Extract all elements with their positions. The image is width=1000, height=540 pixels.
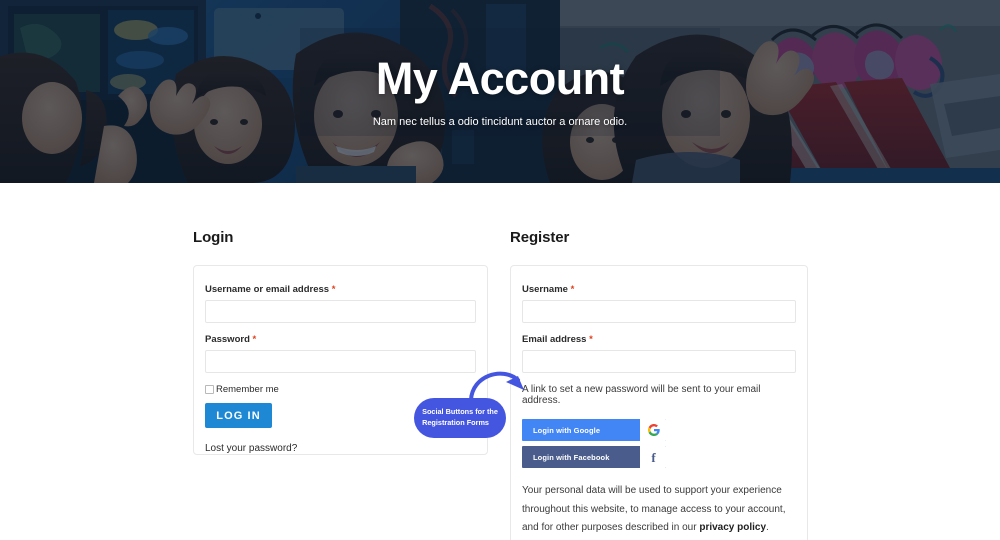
google-icon [640, 419, 666, 441]
register-email-input[interactable] [522, 350, 796, 373]
register-username-input[interactable] [522, 300, 796, 323]
facebook-icon: f [640, 446, 666, 468]
account-forms-section: Login Username or email address * Passwo… [0, 183, 1000, 540]
register-username-field-group: Username * [522, 284, 796, 323]
login-username-field-group: Username or email address * [205, 284, 476, 323]
privacy-policy-link[interactable]: privacy policy [699, 522, 766, 533]
remember-me-label: Remember me [216, 384, 279, 395]
register-column: Register Username * Email address * A li… [510, 183, 808, 540]
login-password-label: Password * [205, 334, 476, 345]
callout-line-1: Social Buttons for the [422, 407, 498, 417]
hero-banner: My Account Nam nec tellus a odio tincidu… [0, 0, 1000, 183]
login-with-facebook-button[interactable]: Login with Facebook f [522, 446, 666, 468]
login-username-label: Username or email address * [205, 284, 476, 295]
register-email-label-text: Email address [522, 334, 587, 345]
required-asterisk: * [570, 284, 575, 295]
privacy-notice: Your personal data will be used to suppo… [522, 482, 794, 538]
facebook-button-label: Login with Facebook [533, 452, 610, 462]
annotation-callout[interactable]: Social Buttons for the Registration Form… [414, 398, 506, 438]
login-username-input[interactable] [205, 300, 476, 323]
google-button-label: Login with Google [533, 425, 601, 435]
register-form: Username * Email address * A link to set… [510, 265, 808, 540]
required-asterisk: * [252, 334, 257, 345]
login-username-label-text: Username or email address [205, 284, 330, 295]
required-asterisk: * [331, 284, 336, 295]
required-asterisk: * [589, 334, 593, 345]
login-password-label-text: Password [205, 334, 250, 345]
login-password-field-group: Password * [205, 334, 476, 373]
page-subtitle: Nam nec tellus a odio tincidunt auctor a… [372, 115, 628, 128]
login-heading: Login [193, 229, 234, 246]
callout-line-2: Registration Forms [422, 418, 489, 427]
login-submit-button[interactable]: LOG IN [205, 403, 272, 428]
privacy-notice-tail: . [766, 522, 769, 533]
lost-password-link[interactable]: Lost your password? [205, 443, 476, 454]
remember-me-checkbox[interactable] [205, 385, 214, 394]
login-with-google-button[interactable]: Login with Google [522, 419, 666, 441]
register-email-label: Email address * [522, 334, 796, 345]
register-username-label-text: Username [522, 284, 568, 295]
register-email-field-group: Email address * [522, 334, 796, 373]
remember-me-row[interactable]: Remember me [205, 384, 476, 395]
login-password-input[interactable] [205, 350, 476, 373]
password-reset-hint: A link to set a new password will be sen… [522, 384, 761, 406]
register-heading: Register [510, 229, 570, 246]
page-title: My Account [375, 53, 625, 105]
register-username-label: Username * [522, 284, 796, 295]
